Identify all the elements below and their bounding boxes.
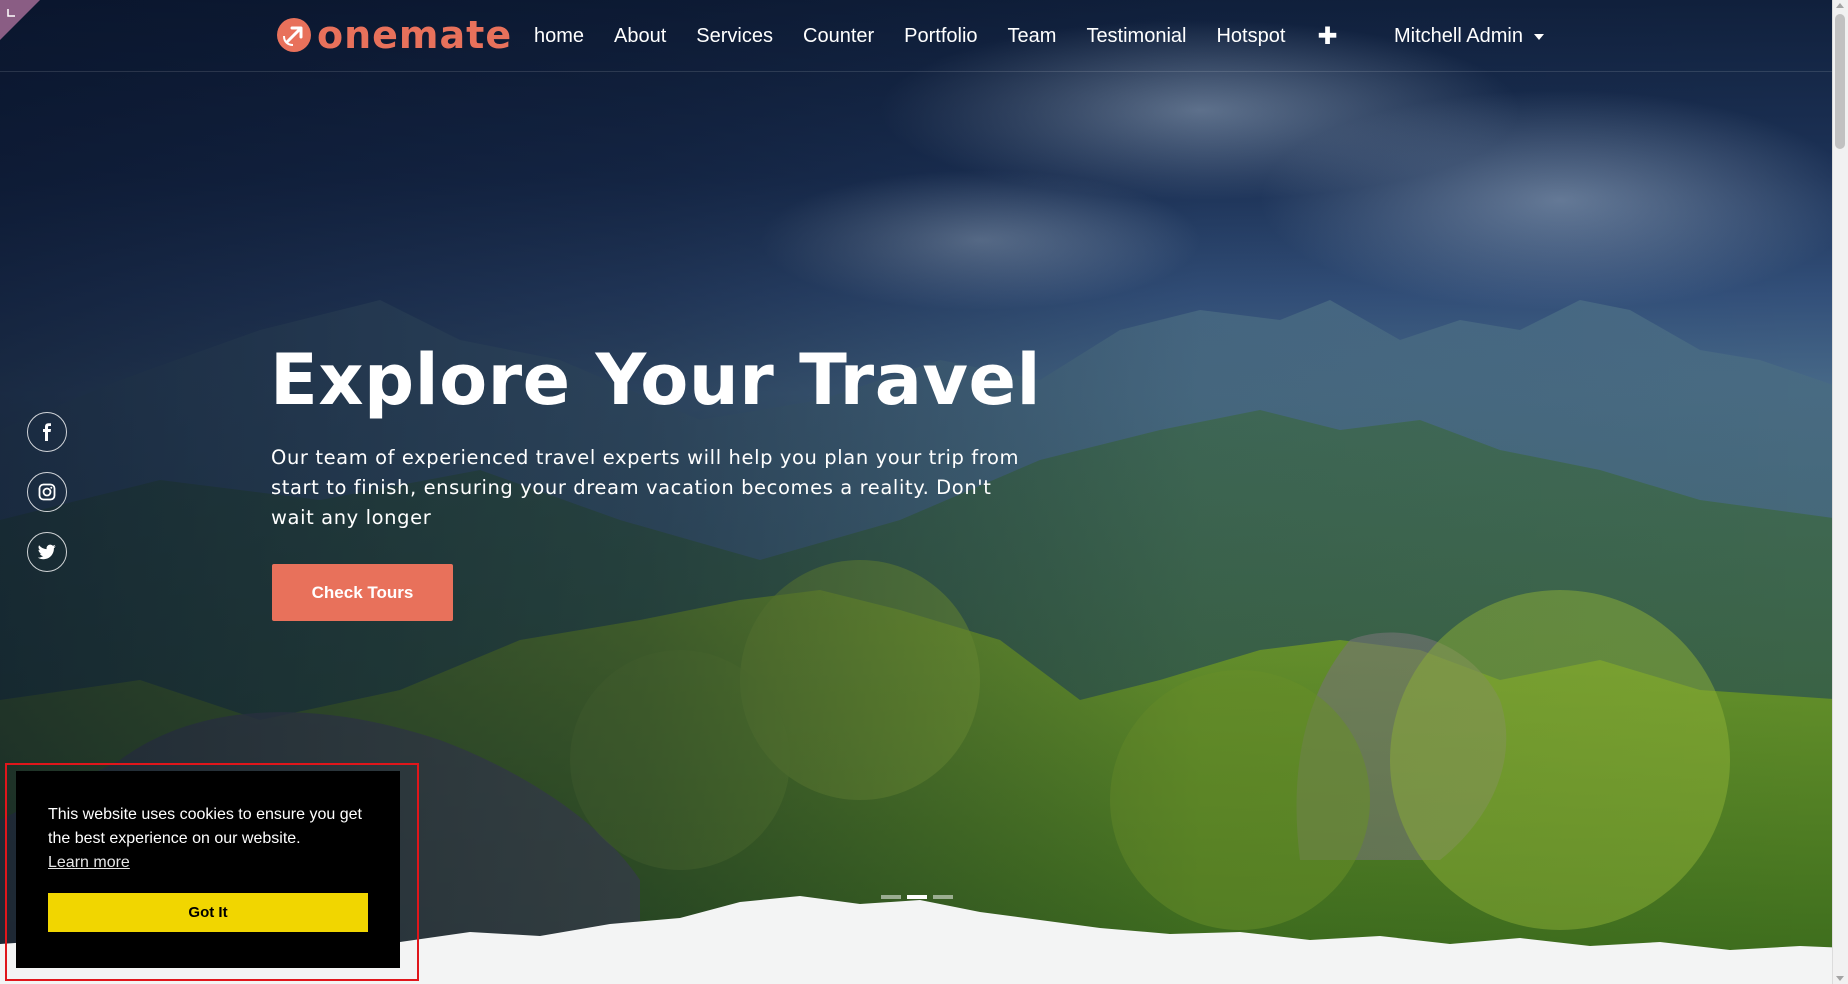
nav-item-services[interactable]: Services bbox=[696, 25, 773, 48]
carousel-indicators bbox=[881, 895, 959, 899]
facebook-link[interactable] bbox=[27, 412, 67, 452]
cookie-consent-banner: This website uses cookies to ensure you … bbox=[16, 771, 400, 968]
scroll-down-arrow-icon[interactable] bbox=[1836, 976, 1844, 981]
nav-item-home[interactable]: home bbox=[534, 25, 584, 48]
learn-more-link[interactable]: Learn more bbox=[48, 854, 130, 872]
social-links bbox=[27, 412, 67, 592]
instagram-link[interactable] bbox=[27, 472, 67, 512]
nav-item-hotspot[interactable]: Hotspot bbox=[1216, 25, 1285, 48]
user-name: Mitchell Admin bbox=[1394, 24, 1523, 47]
cookie-message: This website uses cookies to ensure you … bbox=[48, 806, 362, 847]
instagram-icon bbox=[38, 483, 56, 501]
page-scrollbar[interactable] bbox=[1832, 0, 1848, 984]
plus-icon[interactable]: ✚ bbox=[1317, 22, 1337, 50]
carousel-indicator-3[interactable] bbox=[933, 895, 953, 899]
facebook-icon bbox=[43, 423, 51, 441]
nav-item-testimonial[interactable]: Testimonial bbox=[1086, 25, 1186, 48]
twitter-link[interactable] bbox=[27, 532, 67, 572]
carousel-indicator-1[interactable] bbox=[881, 895, 901, 899]
scroll-up-arrow-icon[interactable] bbox=[1836, 3, 1844, 8]
check-tours-button[interactable]: Check Tours bbox=[272, 564, 453, 621]
hero-description: Our team of experienced travel experts w… bbox=[271, 446, 1020, 529]
carousel-indicator-2[interactable] bbox=[907, 895, 927, 899]
brand-logo[interactable]: onemate bbox=[277, 15, 512, 55]
twitter-icon bbox=[38, 544, 56, 560]
hero-title: Explore Your Travel bbox=[270, 339, 1042, 421]
arrow-circle-icon bbox=[277, 18, 311, 52]
nav-item-portfolio[interactable]: Portfolio bbox=[904, 25, 977, 48]
got-it-button[interactable]: Got It bbox=[48, 893, 368, 932]
nav-item-about[interactable]: About bbox=[614, 25, 666, 48]
main-nav: home About Services Counter Portfolio Te… bbox=[534, 0, 1338, 72]
nav-item-team[interactable]: Team bbox=[1008, 25, 1057, 48]
chevron-down-icon bbox=[1533, 34, 1544, 40]
nav-item-counter[interactable]: Counter bbox=[803, 25, 874, 48]
scroll-thumb[interactable] bbox=[1835, 14, 1845, 149]
top-navbar: onemate home About Services Counter Port… bbox=[0, 0, 1832, 72]
brand-name: onemate bbox=[317, 13, 513, 57]
user-menu-dropdown[interactable]: Mitchell Admin bbox=[1394, 0, 1544, 72]
